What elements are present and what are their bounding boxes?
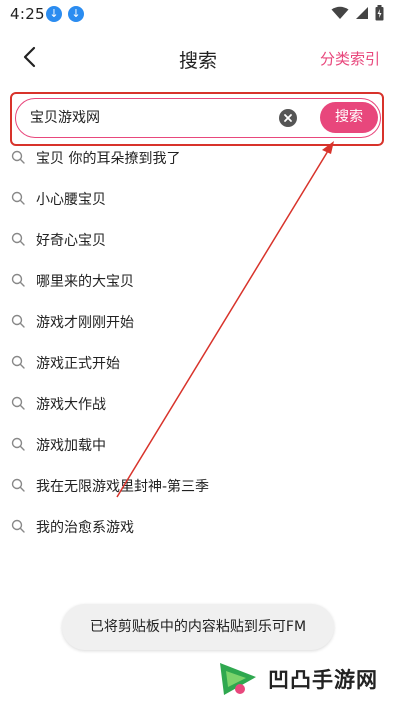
battery-icon — [375, 5, 384, 21]
suggestion-item[interactable]: 我在无限游戏里封神-第三季 — [0, 466, 396, 507]
search-icon — [11, 519, 25, 533]
clear-icon[interactable] — [279, 109, 297, 127]
status-bar: 4:25 ↓ ↓ — [0, 0, 396, 28]
suggestion-label: 游戏才刚刚开始 — [36, 315, 134, 331]
suggestion-label: 好奇心宝贝 — [36, 233, 106, 249]
suggestion-label: 我在无限游戏里封神-第三季 — [36, 479, 210, 495]
search-icon — [11, 150, 25, 164]
suggestion-item[interactable]: 哪里来的大宝贝 — [0, 261, 396, 302]
search-button[interactable]: 搜索 — [320, 102, 378, 133]
header: 搜索 分类索引 — [0, 36, 396, 80]
suggestion-item[interactable]: 宝贝 你的耳朵撩到我了 — [0, 138, 396, 179]
search-icon — [11, 437, 25, 451]
suggestion-label: 游戏加载中 — [36, 438, 106, 454]
search-icon — [11, 478, 25, 492]
suggestion-item[interactable]: 游戏大作战 — [0, 384, 396, 425]
suggestion-label: 宝贝 你的耳朵撩到我了 — [36, 151, 181, 167]
suggestion-item[interactable]: 游戏正式开始 — [0, 343, 396, 384]
search-bar: 搜索 — [15, 98, 381, 138]
search-icon — [11, 355, 25, 369]
suggestion-label: 游戏正式开始 — [36, 356, 120, 372]
suggestion-label: 哪里来的大宝贝 — [36, 274, 134, 290]
suggestion-item[interactable]: 我的治愈系游戏 — [0, 507, 396, 548]
suggestion-list: 宝贝 你的耳朵撩到我了 小心腰宝贝 好奇心宝贝 哪里来的大宝贝 游戏才刚刚开始 … — [0, 138, 396, 548]
wifi-icon — [331, 6, 349, 19]
search-icon — [11, 396, 25, 410]
status-time: 4:25 — [10, 5, 45, 23]
search-icon — [11, 232, 25, 246]
suggestion-item[interactable]: 小心腰宝贝 — [0, 179, 396, 220]
suggestion-item[interactable]: 游戏才刚刚开始 — [0, 302, 396, 343]
search-input[interactable] — [30, 109, 260, 125]
download-icon: ↓ — [46, 6, 62, 22]
suggestion-label: 我的治愈系游戏 — [36, 520, 134, 536]
signal-icon — [356, 7, 368, 19]
search-icon — [11, 191, 25, 205]
suggestion-label: 游戏大作战 — [36, 397, 106, 413]
download-icon: ↓ — [68, 6, 84, 22]
site-logo-icon — [220, 663, 256, 695]
suggestion-item[interactable]: 游戏加载中 — [0, 425, 396, 466]
search-icon — [11, 273, 25, 287]
toast-message: 已将剪贴板中的内容粘贴到乐可FM — [62, 604, 334, 650]
suggestion-label: 小心腰宝贝 — [36, 192, 106, 208]
search-icon — [11, 314, 25, 328]
suggestion-item[interactable]: 好奇心宝贝 — [0, 220, 396, 261]
watermark-text: 凹凸手游网 — [268, 668, 378, 692]
watermark: 凹凸手游网 — [216, 656, 378, 702]
category-index-link[interactable]: 分类索引 — [320, 48, 380, 69]
